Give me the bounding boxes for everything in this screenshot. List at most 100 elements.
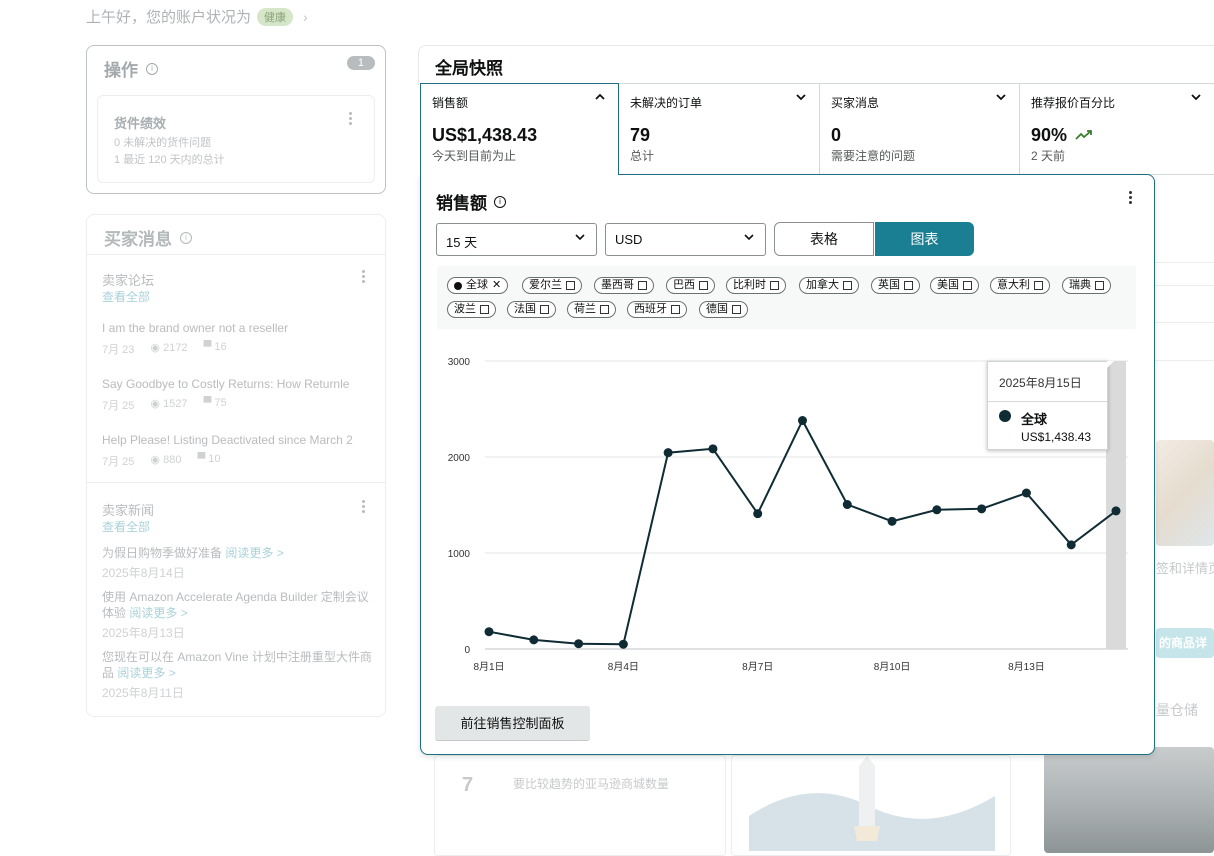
chip-label: 加拿大	[806, 279, 839, 291]
chip-mexico[interactable]: 墨西哥	[594, 277, 654, 294]
more-options-icon[interactable]	[361, 270, 365, 283]
data-point[interactable]	[753, 509, 763, 519]
chip-belgium[interactable]: 比利时	[726, 277, 786, 294]
chip-global[interactable]: 全球 ✕	[447, 277, 509, 294]
read-more-link[interactable]: 阅读更多 >	[225, 546, 283, 560]
data-point[interactable]	[529, 635, 539, 645]
eye-icon: ◉ 1527	[150, 398, 188, 410]
chip-italy[interactable]: 意大利	[990, 277, 1050, 294]
sales-title-text: 销售额	[436, 194, 487, 213]
operations-title: 操作 i	[104, 56, 158, 81]
card-text: 要比较趋势的亚马逊商城数量	[513, 777, 670, 791]
data-point[interactable]	[708, 444, 718, 454]
days-select[interactable]: 15 天	[436, 223, 597, 256]
read-more-link[interactable]: 阅读更多 >	[129, 606, 187, 620]
chip-netherlands[interactable]: 荷兰	[567, 301, 616, 318]
news-view-all-link[interactable]: 查看全部	[102, 518, 150, 535]
data-point[interactable]	[932, 505, 942, 515]
metric-open-orders[interactable]: 未解决的订单 79 总计	[619, 83, 820, 175]
chevron-right-icon: ›	[303, 8, 308, 25]
chip-poland[interactable]: 波兰	[447, 301, 496, 318]
chip-us[interactable]: 美国	[930, 277, 979, 294]
checkbox-icon	[480, 305, 489, 314]
post-date: 7月 25	[102, 456, 135, 468]
data-point[interactable]	[887, 516, 897, 526]
metric-featured-offer[interactable]: 推荐报价百分比 90% 2 天前	[1020, 83, 1214, 175]
rocket-illustration	[749, 756, 995, 851]
chip-label: 全球	[466, 279, 488, 291]
metric-name: 未解决的订单	[630, 96, 703, 110]
metric-name: 销售额	[432, 96, 469, 110]
chip-sweden[interactable]: 瑞典	[1062, 277, 1111, 294]
chip-canada[interactable]: 加拿大	[799, 277, 859, 294]
metric-value: US$1,438.43	[432, 125, 538, 145]
global-snapshot-title: 全局快照	[435, 59, 503, 78]
metric-sub: 2 天前	[1031, 149, 1066, 163]
divider	[1150, 360, 1214, 361]
more-options-icon[interactable]	[1128, 191, 1132, 204]
recent-120-days-total: 1 最近 120 天内的总计	[114, 154, 225, 166]
news-item: 使用 Amazon Accelerate Agenda Builder 定制会议…	[102, 589, 374, 621]
chip-label: 德国	[706, 303, 728, 315]
chip-ireland[interactable]: 爱尔兰	[522, 277, 582, 294]
sales-popover: 销售额 i 15 天 USD 表格 图表 全球 ✕ 爱尔兰 墨西哥 巴西 比利时…	[420, 174, 1155, 755]
promo-button[interactable]: 的商品详	[1156, 628, 1214, 658]
account-health-greeting[interactable]: 上午好，您的账户状况为 健康 ›	[86, 6, 308, 27]
more-options-icon[interactable]	[348, 112, 352, 125]
more-options-icon[interactable]	[361, 500, 365, 513]
chip-label: 西班牙	[634, 303, 667, 315]
data-point[interactable]	[1111, 506, 1121, 516]
y-tick-label: 0	[464, 645, 470, 656]
metric-sales[interactable]: 销售额 US$1,438.43 今天到目前为止	[420, 83, 619, 175]
eye-icon: ◉ 2172	[150, 342, 188, 354]
data-point[interactable]	[798, 416, 807, 426]
info-icon[interactable]: i	[146, 62, 158, 75]
data-point[interactable]	[977, 504, 987, 514]
chevron-down-icon	[795, 91, 807, 106]
view-chart-button[interactable]: 图表	[875, 222, 974, 256]
currency-select[interactable]: USD	[605, 223, 766, 256]
data-point[interactable]	[484, 627, 494, 637]
health-badge: 健康	[257, 7, 294, 26]
forum-post-title[interactable]: Help Please! Listing Deactivated since M…	[102, 433, 372, 447]
data-point[interactable]	[618, 639, 628, 649]
chip-brazil[interactable]: 巴西	[666, 277, 715, 294]
y-tick-label: 2000	[448, 453, 471, 464]
metric-name: 买家消息	[831, 96, 880, 110]
metric-value: 79	[630, 125, 651, 145]
checkbox-icon	[770, 281, 779, 290]
data-point[interactable]	[1021, 488, 1031, 498]
promo-text: 量仓储	[1156, 702, 1198, 718]
view-table-button[interactable]: 表格	[774, 222, 874, 256]
comment-icon: ▀ 75	[203, 397, 227, 409]
chip-uk[interactable]: 英国	[871, 277, 920, 294]
checkbox-icon	[732, 305, 741, 314]
data-point[interactable]	[842, 500, 852, 510]
chip-france[interactable]: 法国	[507, 301, 556, 318]
checkbox-icon	[843, 281, 852, 290]
data-point[interactable]	[663, 448, 673, 458]
series-line-global	[488, 418, 1117, 646]
tooltip-series: 全球	[1021, 412, 1048, 427]
comment-count: 10	[208, 453, 221, 465]
go-to-sales-dashboard-button[interactable]: 前往销售控制面板	[435, 706, 590, 741]
chip-germany[interactable]: 德国	[699, 301, 748, 318]
forum-post-title[interactable]: I am the brand owner not a reseller	[102, 321, 372, 335]
days-select-value: 15 天	[446, 235, 478, 250]
metric-buyer-messages[interactable]: 买家消息 0 需要注意的问题	[820, 83, 1020, 175]
forum-view-all-link[interactable]: 查看全部	[102, 288, 150, 305]
buyer-messages-title: 买家消息 i	[104, 225, 192, 250]
read-more-link[interactable]: 阅读更多 >	[117, 666, 175, 680]
close-icon[interactable]: ✕	[492, 278, 501, 293]
chip-spain[interactable]: 西班牙	[627, 301, 687, 318]
checkbox-icon	[540, 305, 549, 314]
info-icon[interactable]: i	[494, 195, 506, 208]
series-points	[484, 416, 1121, 649]
data-point[interactable]	[1066, 540, 1076, 550]
metric-value: 90%	[1031, 125, 1093, 146]
data-point[interactable]	[574, 639, 584, 649]
forum-post-title[interactable]: Say Goodbye to Costly Returns: How Retur…	[102, 377, 372, 391]
shipment-performance-card[interactable]: 货件绩效 0 未解决的货件问题 1 最近 120 天内的总计	[97, 95, 375, 183]
greeting-text: 上午好，您的账户状况为	[86, 9, 252, 26]
info-icon[interactable]: i	[180, 231, 192, 244]
